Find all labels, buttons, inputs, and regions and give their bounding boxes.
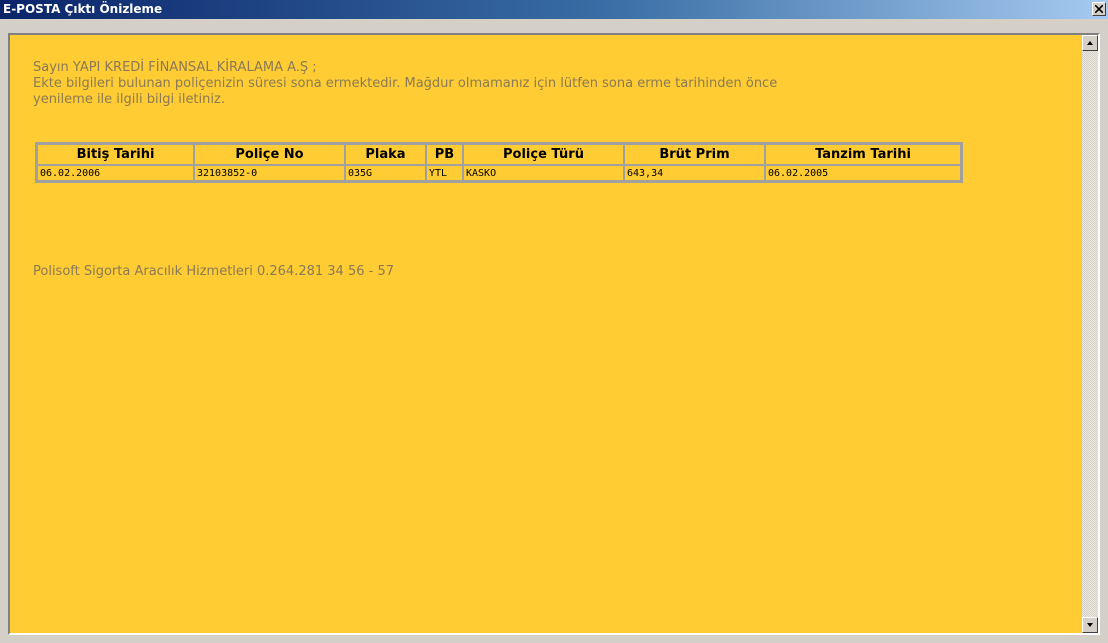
cell-policy-no: 32103852-0 [194,165,345,181]
scroll-up-button[interactable] [1082,35,1098,51]
message-line-1: Ekte bilgileri bulunan poliçenizin süres… [33,76,778,91]
table-row: 06.02.2006 32103852-0 035G YTL KASKO 643… [37,165,961,181]
column-header-gross-premium: Brüt Prim [624,144,765,165]
message-body: Sayın YAPI KREDİ FİNANSAL KİRALAMA A.Ş ;… [33,60,1063,108]
column-header-policy-no: Poliçe No [194,144,345,165]
column-header-policy-type: Poliçe Türü [463,144,624,165]
preview-content: Sayın YAPI KREDİ FİNANSAL KİRALAMA A.Ş ;… [10,35,1082,633]
window-title: E-POSTA Çıktı Önizleme [3,2,163,16]
cell-end-date: 06.02.2006 [37,165,194,181]
close-icon [1095,5,1103,13]
message-line-2: yenileme ile ilgili bilgi iletiniz. [33,92,225,107]
email-preview-window: E-POSTA Çıktı Önizleme Sayın YAPI KREDİ … [0,0,1108,643]
column-header-currency: PB [426,144,463,165]
scroll-down-button[interactable] [1082,617,1098,633]
policy-table: Bitiş Tarihi Poliçe No Plaka PB Poliçe T… [35,142,963,183]
arrow-up-icon [1087,41,1093,45]
table-header-row: Bitiş Tarihi Poliçe No Plaka PB Poliçe T… [37,144,961,165]
column-header-plate: Plaka [345,144,426,165]
column-header-issue-date: Tanzim Tarihi [765,144,961,165]
preview-frame: Sayın YAPI KREDİ FİNANSAL KİRALAMA A.Ş ;… [8,33,1100,635]
cell-policy-type: KASKO [463,165,624,181]
cell-currency: YTL [426,165,463,181]
title-bar[interactable]: E-POSTA Çıktı Önizleme [0,0,1108,19]
column-header-end-date: Bitiş Tarihi [37,144,194,165]
arrow-down-icon [1087,623,1093,627]
cell-plate: 035G [345,165,426,181]
cell-issue-date: 06.02.2005 [765,165,961,181]
vertical-scrollbar[interactable] [1082,35,1098,633]
close-button[interactable] [1092,2,1106,16]
company-contact-text: Polisoft Sigorta Aracılık Hizmetleri 0.2… [33,264,394,279]
greeting-text: Sayın YAPI KREDİ FİNANSAL KİRALAMA A.Ş ; [33,60,317,75]
cell-gross-premium: 643,34 [624,165,765,181]
